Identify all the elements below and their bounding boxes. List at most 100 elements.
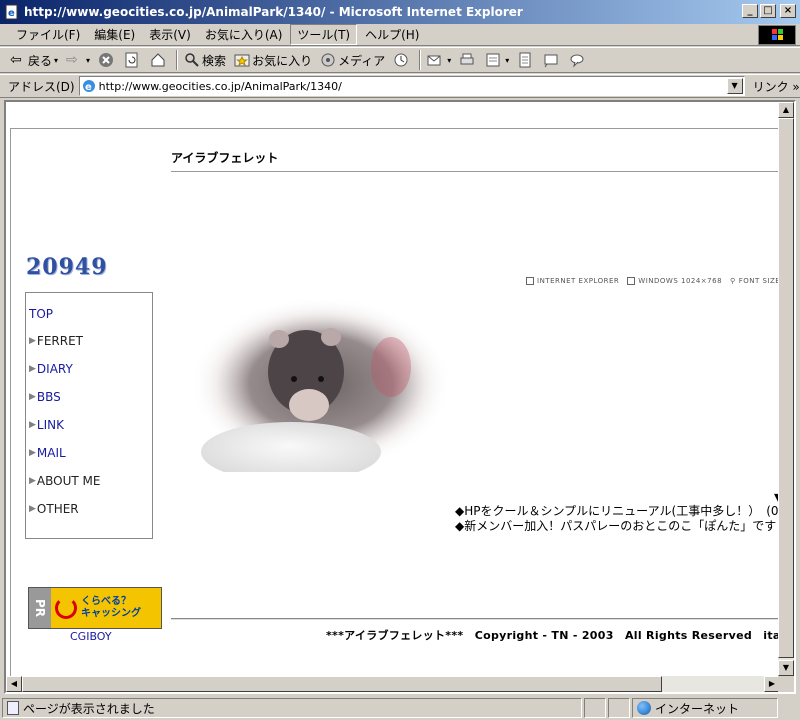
search-button[interactable]: 検索 bbox=[184, 52, 226, 69]
monitor-icon bbox=[627, 277, 636, 285]
history-button[interactable] bbox=[393, 52, 411, 68]
status-cell-blank bbox=[608, 698, 630, 718]
links-button[interactable]: リンク » bbox=[753, 78, 800, 95]
maximize-button[interactable]: □ bbox=[760, 4, 776, 18]
caret-down-icon: ▾ bbox=[86, 55, 91, 65]
nav-other[interactable]: ▶ OTHER bbox=[29, 502, 79, 516]
nav-about-me[interactable]: ▶ ABOUT ME bbox=[29, 474, 100, 488]
security-zone-cell: インターネット bbox=[632, 698, 778, 718]
favorites-button[interactable]: お気に入り bbox=[234, 52, 312, 69]
back-arrow-icon: ⇦ bbox=[10, 52, 22, 68]
triangle-right-icon: ▶ bbox=[29, 448, 36, 458]
news-item: ◆新メンバー加入！パスパレーのおとこのこ「ぽんた」です！ bbox=[455, 519, 789, 533]
vertical-scrollbar[interactable]: ▲ ▼ bbox=[778, 102, 794, 676]
stop-button[interactable] bbox=[98, 52, 116, 68]
triangle-right-icon: ▶ bbox=[29, 392, 36, 402]
page-title: アイラブフェレット bbox=[171, 151, 279, 165]
browser-viewport[interactable]: アイラブフェレット 20949 TOP ▶ FERRET ▶ DIARY ▶ B… bbox=[4, 100, 796, 694]
nav-label: ABOUT ME bbox=[36, 474, 101, 488]
magnifier-icon: ⚲ bbox=[730, 277, 736, 285]
page-icon bbox=[7, 701, 19, 715]
pr-text: くらべる？ キャッシング bbox=[81, 596, 141, 620]
scroll-down-button[interactable]: ▼ bbox=[778, 660, 794, 676]
discuss-button[interactable] bbox=[517, 52, 535, 68]
nav-label: OTHER bbox=[36, 502, 79, 516]
menu-favorites[interactable]: お気に入り(A) bbox=[199, 25, 289, 44]
nav-mail[interactable]: ▶ MAIL bbox=[29, 446, 66, 460]
address-dropdown-button[interactable]: ▼ bbox=[726, 78, 743, 94]
forward-arrow-icon: ⇨ bbox=[66, 52, 78, 68]
internet-globe-icon bbox=[637, 701, 651, 715]
address-field[interactable]: e ▼ bbox=[78, 76, 745, 96]
nav-label: LINK bbox=[36, 418, 64, 432]
env-browser: INTERNET EXPLORER bbox=[526, 277, 619, 285]
visitor-counter: 20949 bbox=[26, 254, 108, 280]
print-button[interactable] bbox=[459, 52, 477, 68]
vertical-scroll-thumb[interactable] bbox=[778, 118, 794, 658]
address-bar: アドレス(D) e ▼ リンク » bbox=[0, 74, 800, 98]
forward-button[interactable]: ⇨ ▾ bbox=[66, 52, 90, 68]
nav-top[interactable]: TOP bbox=[29, 307, 53, 321]
mail-icon bbox=[427, 55, 441, 66]
home-icon bbox=[151, 53, 165, 67]
nav-label: DIARY bbox=[36, 362, 73, 376]
svg-text:e: e bbox=[8, 8, 15, 19]
ie-page-icon: e bbox=[82, 80, 95, 93]
menu-help[interactable]: ヘルプ(H) bbox=[359, 25, 425, 44]
environment-info: INTERNET EXPLORER WINDOWS 1024×768 ⚲ FONT… bbox=[526, 277, 780, 285]
env-font-label: FONT SIZE bbox=[738, 277, 781, 285]
edit-button[interactable]: ▾ bbox=[485, 52, 509, 68]
ferret-photo bbox=[191, 297, 451, 472]
menu-edit[interactable]: 編集(E) bbox=[88, 25, 141, 44]
zone-label: インターネット bbox=[655, 701, 740, 716]
nav-diary[interactable]: ▶ DIARY bbox=[29, 362, 73, 376]
menu-tools[interactable]: ツール(T) bbox=[290, 24, 358, 45]
media-button[interactable]: メディア bbox=[320, 52, 385, 69]
scroll-up-button[interactable]: ▲ bbox=[778, 102, 794, 118]
refresh-button[interactable] bbox=[124, 52, 142, 68]
menu-view[interactable]: 表示(V) bbox=[143, 25, 197, 44]
search-label: 検索 bbox=[202, 53, 227, 68]
address-input[interactable] bbox=[98, 79, 727, 93]
nav-link[interactable]: ▶ LINK bbox=[29, 418, 64, 432]
footer-divider bbox=[171, 618, 780, 619]
close-button[interactable]: × bbox=[780, 4, 796, 18]
triangle-right-icon: ▶ bbox=[29, 504, 36, 514]
nav-label: BBS bbox=[36, 390, 61, 404]
ie-page-icon: e bbox=[5, 4, 18, 20]
copyright-text: ***アイラブフェレット*** Copyright - TN - 2003 Al… bbox=[326, 629, 796, 642]
scroll-left-button[interactable]: ◀ bbox=[6, 676, 22, 692]
status-cell-blank bbox=[584, 698, 606, 718]
pr-banner[interactable]: PR くらべる？ キャッシング bbox=[28, 587, 162, 629]
history-icon bbox=[394, 53, 408, 67]
horizontal-scrollbar[interactable]: ◀ ▶ bbox=[6, 676, 780, 692]
svg-text:e: e bbox=[85, 82, 92, 93]
messenger-button[interactable] bbox=[569, 52, 587, 68]
research-button[interactable] bbox=[543, 52, 561, 68]
window-title: http://www.geocities.co.jp/AnimalPark/13… bbox=[24, 5, 523, 19]
env-browser-label: INTERNET EXPLORER bbox=[537, 277, 620, 285]
caret-down-icon: ▾ bbox=[54, 55, 59, 65]
nav-ferret[interactable]: ▶ FERRET bbox=[29, 334, 83, 348]
scrollbar-corner bbox=[778, 676, 794, 692]
mail-button[interactable]: ▾ bbox=[427, 52, 451, 68]
refresh-loop-icon bbox=[55, 597, 77, 619]
menu-file[interactable]: ファイル(F) bbox=[10, 25, 86, 44]
toolbar-separator bbox=[176, 50, 179, 70]
minimize-button[interactable]: _ bbox=[742, 4, 758, 18]
research-icon bbox=[544, 54, 558, 68]
back-button[interactable]: ⇦ 戻る ▾ bbox=[10, 52, 58, 69]
horizontal-scroll-thumb[interactable] bbox=[22, 676, 662, 692]
document-icon bbox=[519, 52, 531, 68]
triangle-right-icon: ▶ bbox=[29, 336, 36, 346]
back-label: 戻る bbox=[28, 53, 53, 68]
nav-bbs[interactable]: ▶ BBS bbox=[29, 390, 61, 404]
home-button[interactable] bbox=[150, 52, 168, 68]
title-bar[interactable]: e http://www.geocities.co.jp/AnimalPark/… bbox=[0, 0, 800, 24]
pr-ad-body: くらべる？ キャッシング bbox=[51, 588, 161, 628]
cgiboy-link[interactable]: CGIBOY bbox=[70, 630, 112, 643]
media-icon bbox=[321, 53, 335, 67]
print-icon bbox=[460, 53, 474, 65]
nav-label: MAIL bbox=[36, 446, 66, 460]
status-bar: ページが表示されました インターネット bbox=[0, 696, 800, 720]
